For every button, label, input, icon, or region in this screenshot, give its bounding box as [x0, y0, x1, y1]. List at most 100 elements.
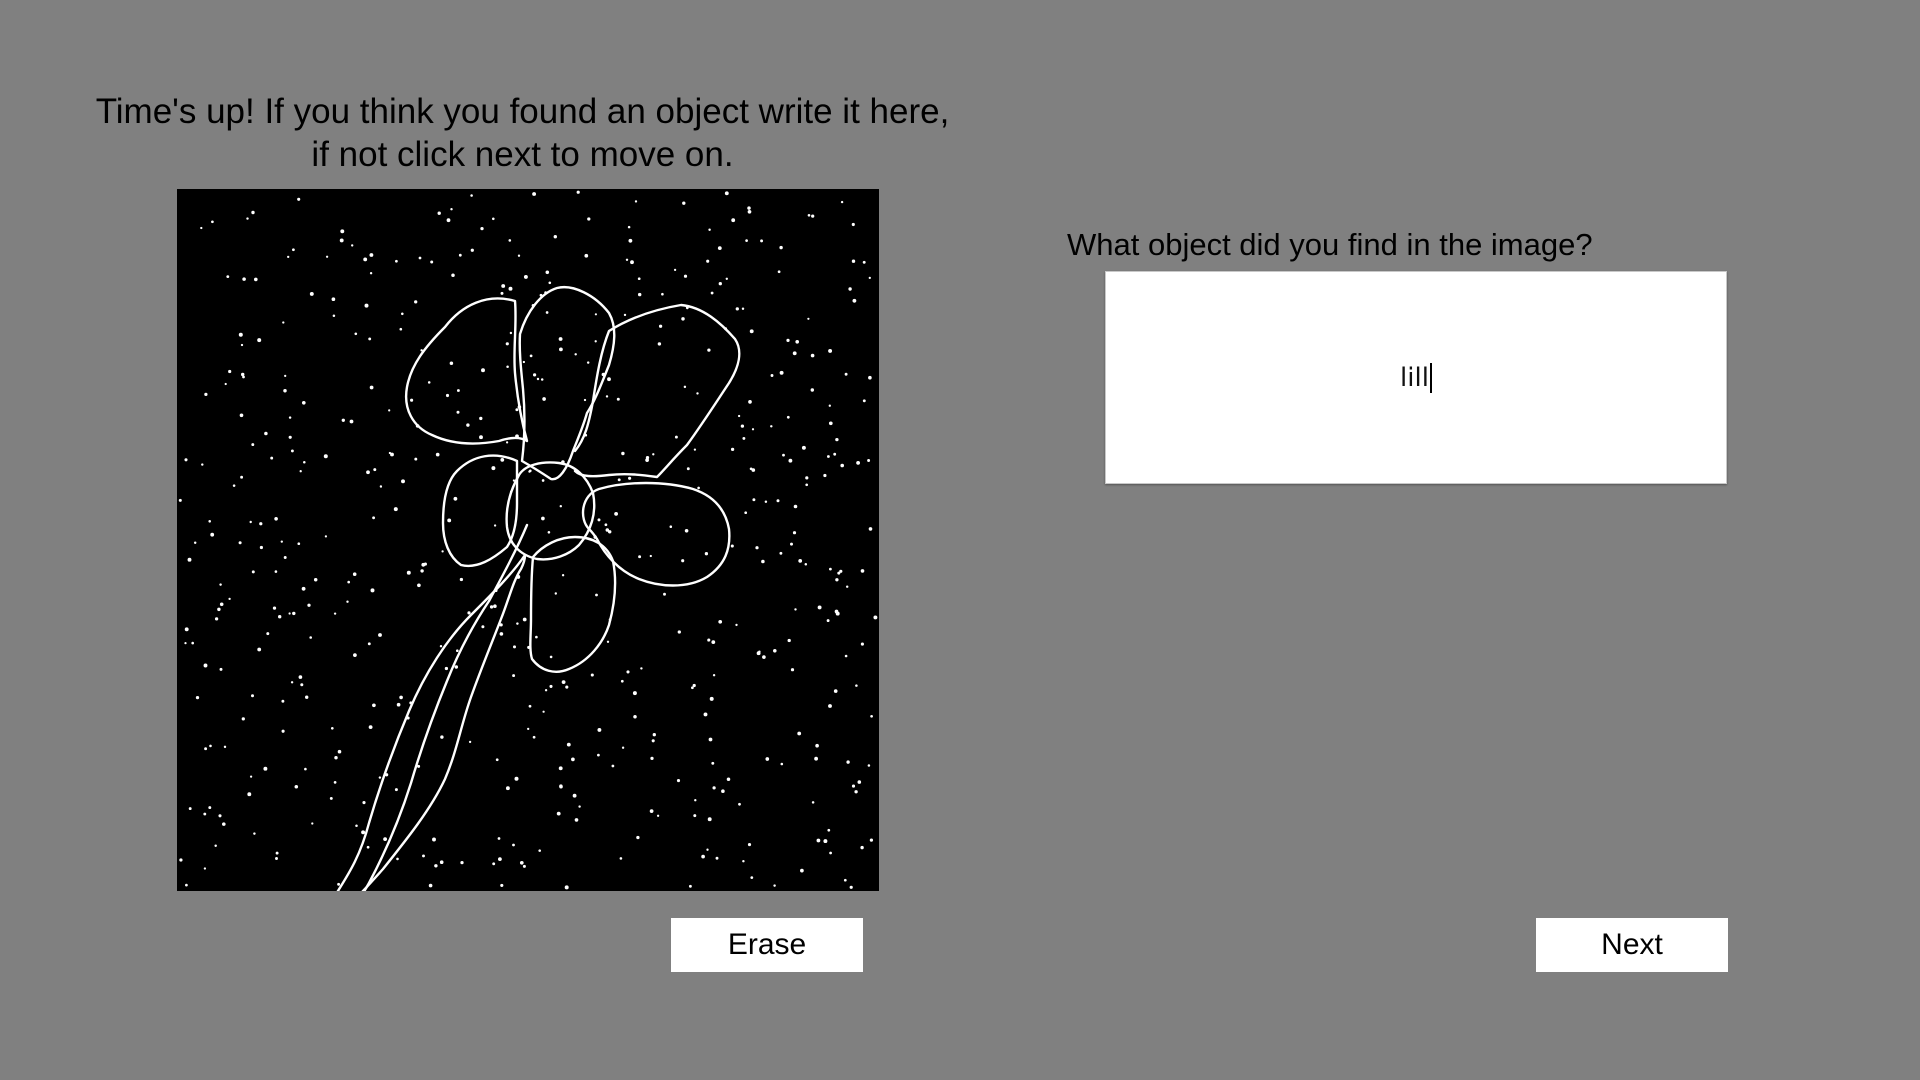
noise-dot [632, 691, 637, 696]
noise-dot [532, 192, 537, 196]
noise-dot [209, 744, 212, 748]
noise-dot [730, 447, 735, 452]
noise-dot [395, 259, 398, 263]
noise-dot [266, 632, 270, 636]
answer-input[interactable]: lill [1105, 271, 1727, 484]
noise-dot [418, 256, 422, 260]
noise-dot [745, 239, 748, 242]
noise-dot [349, 419, 354, 424]
noise-dot [627, 225, 631, 229]
noise-dot [697, 486, 700, 490]
noise-dot [805, 483, 809, 487]
noise-dot [712, 674, 716, 677]
noise-dot [701, 854, 705, 859]
noise-dot [414, 300, 418, 304]
noise-dot [184, 627, 189, 632]
noise-dot [674, 435, 678, 439]
noise-dot [710, 291, 714, 295]
noise-dot [208, 520, 211, 523]
noise-dot [790, 542, 793, 546]
noise-dot [219, 602, 224, 607]
noise-dot [651, 739, 655, 743]
noise-dot [399, 695, 403, 700]
noise-dot [339, 238, 344, 243]
noise-dot [823, 473, 827, 478]
noise-dot [620, 679, 624, 683]
noise-dot [553, 235, 557, 239]
noise-dot [428, 883, 433, 888]
noise-dot [505, 786, 510, 791]
noise-dot [240, 475, 244, 479]
noise-dot [253, 832, 256, 835]
noise-dot [711, 761, 715, 765]
noise-dot [523, 274, 528, 279]
noise-dot [274, 517, 278, 521]
noise-dot [814, 756, 818, 761]
noise-dot [845, 585, 849, 588]
noise-dot [547, 531, 551, 534]
noise-dot [542, 710, 545, 713]
noise-dot [508, 239, 512, 242]
noise-dot [454, 665, 459, 669]
noise-dot [561, 680, 566, 684]
noise-dot [470, 248, 474, 252]
noise-dot [777, 270, 781, 274]
noise-dot [214, 844, 217, 848]
noise-dot [752, 498, 756, 502]
noise-dot [337, 882, 341, 886]
noise-dot [645, 458, 649, 462]
noise-dot [840, 200, 844, 204]
noise-dot [786, 338, 790, 343]
text-cursor [1429, 362, 1432, 393]
noise-dot [353, 653, 357, 657]
noise-dot [493, 604, 497, 608]
noise-dot [257, 338, 262, 343]
noise-dot [368, 725, 373, 730]
noise-dot [852, 298, 857, 303]
noise-dot [305, 695, 309, 699]
noise-dot [605, 395, 609, 398]
noise-dot [313, 578, 318, 582]
noise-dot [351, 244, 354, 247]
noise-dot [223, 745, 227, 749]
noise-dot [681, 559, 685, 563]
noise-dot [625, 258, 629, 261]
noise-dot [605, 528, 610, 532]
noise-dot [275, 857, 278, 860]
drawing-canvas-svg[interactable] [177, 189, 879, 891]
noise-dot [410, 398, 414, 402]
noise-dot [779, 370, 784, 375]
noise-dot [515, 408, 519, 412]
noise-dot [532, 373, 537, 377]
noise-dot [657, 342, 662, 346]
erase-button[interactable]: Erase [671, 918, 863, 972]
noise-dot [257, 647, 262, 652]
noise-dot [628, 238, 633, 243]
noise-dot [658, 324, 663, 328]
noise-dot [249, 520, 252, 524]
noise-dot [696, 392, 699, 395]
noise-dot [414, 457, 418, 461]
noise-dot [372, 703, 376, 708]
noise-dot [597, 753, 600, 757]
noise-dot [837, 571, 841, 575]
noise-dot [505, 342, 509, 346]
noise-dot [363, 257, 368, 262]
noise-dot [219, 667, 223, 671]
noise-dot [827, 828, 831, 832]
noise-dot [369, 272, 373, 275]
noise-dot [193, 541, 197, 545]
noise-dot [281, 729, 285, 733]
noise-dot [738, 802, 741, 806]
noise-dot [571, 757, 575, 762]
drawing-canvas[interactable] [177, 189, 879, 891]
noise-dot [337, 749, 342, 754]
noise-dot [834, 609, 839, 614]
noise-dot [583, 398, 587, 402]
noise-dot [446, 218, 451, 223]
noise-dot [708, 737, 713, 742]
noise-dot [218, 814, 222, 818]
noise-dot [388, 409, 391, 412]
next-button[interactable]: Next [1536, 918, 1728, 972]
noise-dot [755, 546, 759, 550]
